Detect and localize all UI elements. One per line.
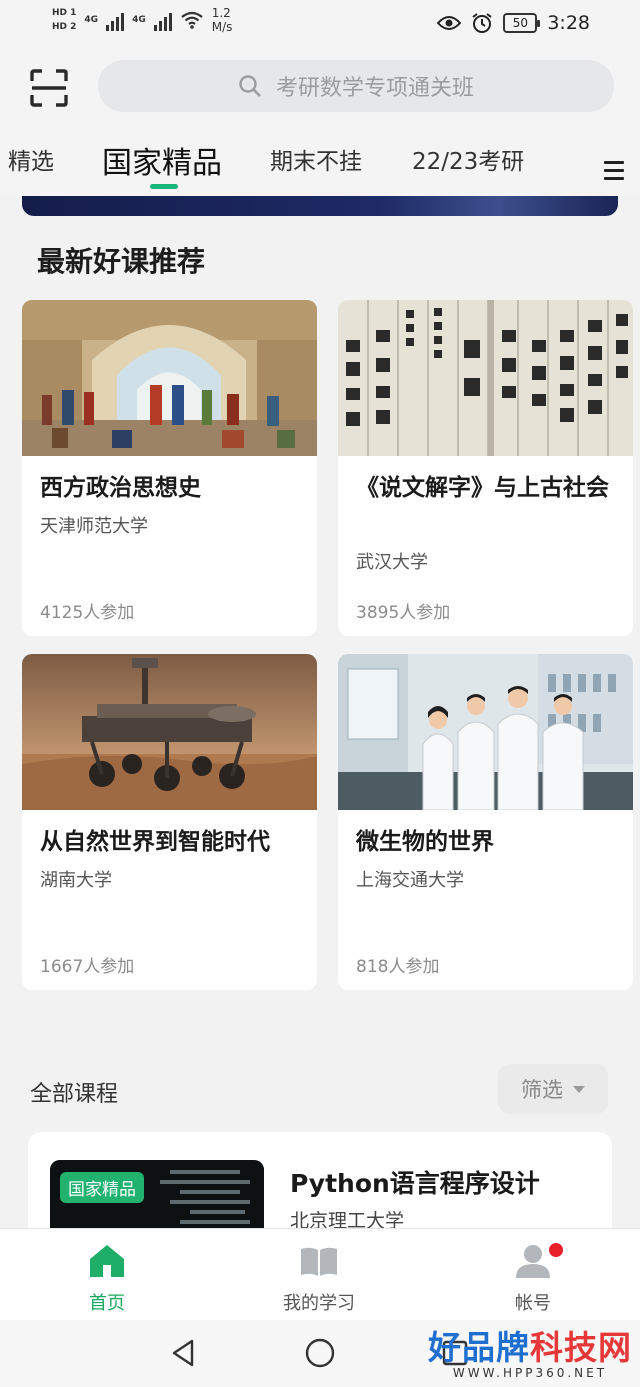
all-courses-title: 全部课程 bbox=[30, 1082, 119, 1107]
clock: 3:28 bbox=[547, 12, 590, 34]
eye-icon bbox=[437, 16, 462, 30]
network2-label: 4G bbox=[132, 15, 146, 25]
lab-image bbox=[338, 654, 633, 810]
nav-account[interactable]: 帐号 bbox=[473, 1241, 593, 1315]
watermark-red: 科技网 bbox=[530, 1328, 632, 1367]
course-title: 微生物的世界 bbox=[356, 829, 494, 855]
category-tabs: 精选 国家精品 期末不挂 22/23考研 bbox=[0, 130, 640, 196]
speed-value: 1.2 bbox=[211, 6, 231, 20]
battery-icon: 50 bbox=[503, 13, 541, 33]
course-university: 天津师范大学 bbox=[40, 516, 148, 537]
watermark-blue: 好品牌 bbox=[428, 1328, 530, 1367]
nav-account-label: 帐号 bbox=[515, 1293, 551, 1314]
course-university: 上海交通大学 bbox=[356, 870, 464, 891]
course-card[interactable]: 西方政治思想史 天津师范大学 4125人参加 bbox=[22, 300, 317, 636]
speed-unit: M/s bbox=[211, 20, 233, 34]
caret-down-icon bbox=[573, 1085, 585, 1093]
filter-button[interactable]: 筛选 bbox=[498, 1064, 608, 1114]
course-university: 湖南大学 bbox=[40, 870, 112, 891]
search-placeholder: 考研数学专项通关班 bbox=[275, 76, 474, 101]
wifi-icon bbox=[181, 11, 203, 29]
tab-guojia-jingpin[interactable]: 国家精品 bbox=[102, 138, 222, 182]
filter-label: 筛选 bbox=[521, 1078, 563, 1102]
network-speed: 1.2 M/s bbox=[212, 6, 233, 34]
course-card[interactable]: 微生物的世界 上海交通大学 818人参加 bbox=[338, 654, 633, 990]
banner-remnant[interactable] bbox=[22, 196, 618, 216]
alarm-icon bbox=[472, 13, 492, 33]
tab-menu-button[interactable] bbox=[588, 146, 640, 194]
tab-qimo-buguo[interactable]: 期末不挂 bbox=[270, 142, 362, 176]
national-quality-badge: 国家精品 bbox=[60, 1172, 144, 1203]
course-participants: 818人参加 bbox=[356, 957, 440, 977]
course-university: 武汉大学 bbox=[356, 552, 428, 573]
home-icon bbox=[90, 1245, 124, 1277]
course-participants: 3895人参加 bbox=[356, 603, 451, 623]
course-title: 《说文解字》与上古社会 bbox=[356, 475, 609, 501]
home-circle-icon[interactable] bbox=[304, 1337, 336, 1369]
course-participants: 4125人参加 bbox=[40, 603, 135, 623]
nav-my-study[interactable]: 我的学习 bbox=[259, 1241, 379, 1315]
nav-home-label: 首页 bbox=[89, 1293, 125, 1314]
bottom-navigation: 首页 我的学习 帐号 bbox=[0, 1228, 640, 1320]
course-participants: 1667人参加 bbox=[40, 957, 135, 977]
tab-jingxuan[interactable]: 精选 bbox=[8, 142, 54, 176]
sim-indicators: HD 1 HD 2 bbox=[52, 7, 76, 33]
battery-level: 50 bbox=[512, 16, 528, 30]
notification-dot bbox=[549, 1243, 563, 1257]
watermark-url: WWW.HPP360.NET bbox=[452, 1366, 608, 1380]
menu-icon bbox=[604, 156, 624, 185]
nav-my-study-label: 我的学习 bbox=[283, 1293, 355, 1314]
app-header: 考研数学专项通关班 bbox=[0, 48, 640, 130]
system-navigation-bar: 好品牌科技网 WWW.HPP360.NET bbox=[0, 1320, 640, 1387]
watermark-logo: 好品牌科技网 WWW.HPP360.NET bbox=[428, 1328, 632, 1381]
sim2-label: HD 2 bbox=[52, 22, 77, 32]
recommend-title: 最新好课推荐 bbox=[37, 245, 206, 278]
scan-icon[interactable] bbox=[30, 69, 68, 107]
nav-home[interactable]: 首页 bbox=[47, 1241, 167, 1315]
search-input[interactable]: 考研数学专项通关班 bbox=[98, 60, 614, 112]
tab-kaoyan[interactable]: 22/23考研 bbox=[412, 142, 524, 176]
course-title: Python语言程序设计 bbox=[290, 1169, 540, 1198]
course-title: 西方政治思想史 bbox=[40, 475, 201, 501]
ancient-text-image bbox=[338, 300, 633, 456]
sim1-label: HD 1 bbox=[52, 8, 77, 18]
active-tab-indicator bbox=[150, 184, 178, 189]
status-bar: HD 1 HD 2 4G 4G 1.2 M/s 50 3:28 bbox=[0, 0, 640, 48]
book-icon bbox=[301, 1247, 337, 1276]
signal-icon-2 bbox=[153, 9, 172, 31]
course-title: 从自然世界到智能时代 bbox=[40, 829, 270, 855]
course-card[interactable]: 《说文解字》与上古社会 武汉大学 3895人参加 bbox=[338, 300, 633, 636]
painting-image bbox=[22, 300, 317, 456]
back-icon[interactable] bbox=[170, 1338, 196, 1368]
network1-label: 4G bbox=[84, 15, 99, 25]
user-icon bbox=[516, 1245, 550, 1278]
mars-rover-image bbox=[22, 654, 317, 810]
signal-icon bbox=[106, 9, 125, 31]
course-card[interactable]: 从自然世界到智能时代 湖南大学 1667人参加 bbox=[22, 654, 317, 990]
search-icon bbox=[239, 75, 261, 97]
